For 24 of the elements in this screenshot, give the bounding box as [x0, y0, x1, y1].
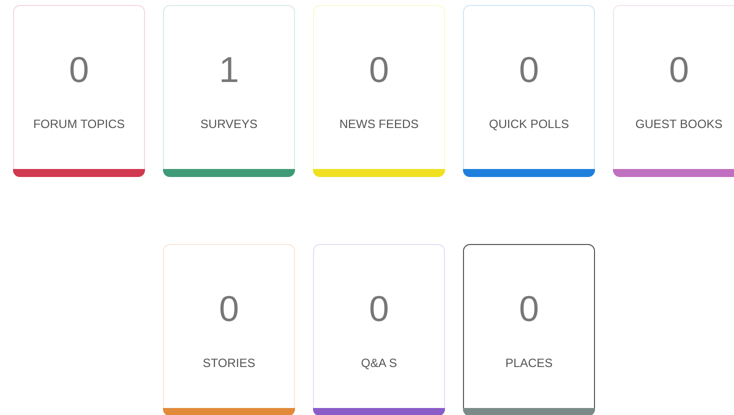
card-count: 0: [668, 52, 690, 88]
stat-card[interactable]: 0 GUEST BOOKS: [613, 5, 734, 177]
card-label: NEWS FEEDS: [339, 116, 419, 133]
card-label: QUICK POLLS: [488, 116, 570, 133]
stat-card[interactable]: 0 QUICK POLLS: [463, 5, 595, 177]
card-count: 0: [368, 52, 390, 88]
stat-card[interactable]: 1 SURVEYS: [163, 5, 295, 177]
card-label: FORUM TOPICS: [33, 116, 125, 133]
card-label: SURVEYS: [200, 116, 258, 133]
stat-card[interactable]: 0 Q&A S: [313, 244, 445, 415]
card-count: 0: [68, 52, 90, 88]
card-count: 0: [218, 291, 240, 327]
card-count: 1: [218, 52, 240, 88]
stat-card[interactable]: 0 FORUM TOPICS: [13, 5, 145, 177]
card-count: 0: [518, 52, 540, 88]
card-count: 0: [368, 291, 390, 327]
stat-card[interactable]: 0 STORIES: [163, 244, 295, 415]
card-label: Q&A S: [360, 355, 398, 372]
card-label: STORIES: [202, 355, 256, 372]
stat-card[interactable]: 0 NEWS FEEDS: [313, 5, 445, 177]
stat-card[interactable]: 0 PLACES: [463, 244, 595, 415]
card-label: GUEST BOOKS: [635, 116, 723, 133]
card-label: PLACES: [505, 355, 553, 372]
card-count: 0: [518, 291, 540, 327]
